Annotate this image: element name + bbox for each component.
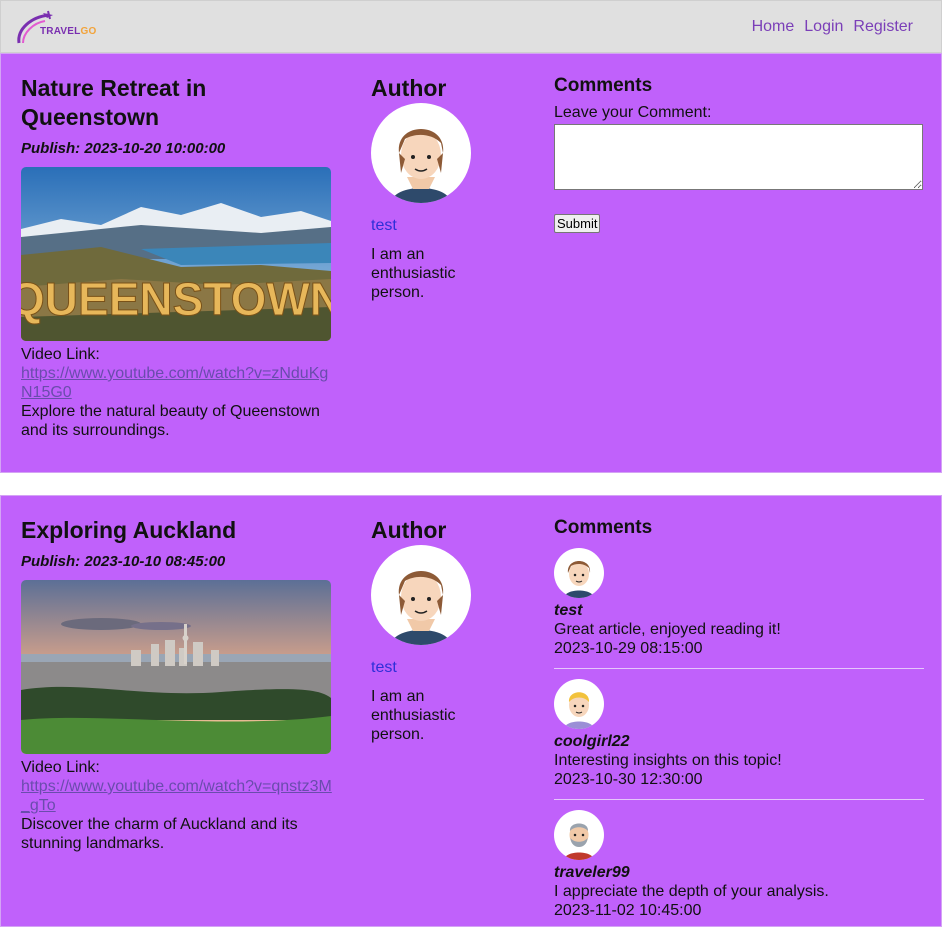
comments-section: Comments test Great article, enjoyed rea… — [554, 516, 924, 940]
commenter-avatar — [554, 548, 604, 598]
travelgo-logo[interactable]: TRAVELGO — [15, 9, 105, 47]
publish-date: Publish: 2023-10-20 10:00:00 — [21, 140, 226, 157]
publish-date: Publish: 2023-10-10 08:45:00 — [21, 553, 226, 570]
post-card-queenstown: Nature Retreat in Queenstown Publish: 20… — [0, 53, 942, 473]
post-title: Exploring Auckland — [21, 517, 237, 543]
video-link[interactable]: https://www.youtube.com/watch?v=qnstz3M_… — [21, 777, 333, 815]
image-caption: QUEENSTOWN — [21, 273, 331, 325]
author-avatar — [371, 103, 471, 203]
logo-text: TRAVELGO — [40, 26, 97, 37]
post-main: Nature Retreat in Queenstown Publish: 20… — [21, 74, 333, 440]
author-name-link[interactable]: test — [371, 659, 491, 677]
post-main: Exploring Auckland Publish: 2023-10-10 0… — [21, 516, 333, 853]
author-heading: Author — [371, 75, 447, 101]
video-label: Video Link: — [21, 346, 100, 363]
nav-home-link[interactable]: Home — [752, 18, 795, 36]
video-label: Video Link: — [21, 759, 100, 776]
comment-text: Interesting insights on this topic! — [554, 752, 782, 769]
author-section: Author test I am an enthusiastic person. — [371, 516, 491, 744]
post-description: Explore the natural beauty of Queenstown… — [21, 403, 320, 439]
commenter-avatar — [554, 810, 604, 860]
navbar: TRAVELGO Home Login Register — [0, 0, 942, 53]
video-link[interactable]: https://www.youtube.com/watch?v=zNduKgN1… — [21, 364, 333, 402]
comments-section: Comments Leave your Comment: Submit — [554, 74, 924, 233]
nav-register-link[interactable]: Register — [853, 18, 913, 36]
nav-login-link[interactable]: Login — [804, 18, 843, 36]
comment-text: I appreciate the depth of your analysis. — [554, 883, 829, 900]
comment-input[interactable] — [554, 124, 923, 190]
commenter-avatar — [554, 679, 604, 729]
author-bio: I am an enthusiastic person. — [371, 246, 456, 301]
comment-username: test — [554, 602, 583, 619]
author-section: Author test I am an enthusiastic person. — [371, 74, 491, 302]
comment-username: coolgirl22 — [554, 733, 630, 750]
post-card-auckland: Exploring Auckland Publish: 2023-10-10 0… — [0, 495, 942, 927]
comment-date: 2023-10-30 12:30:00 — [554, 771, 703, 788]
comment-date: 2023-11-02 10:45:00 — [554, 902, 702, 919]
post-image: QUEENSTOWN — [21, 167, 331, 341]
comment-item: test Great article, enjoyed reading it! … — [554, 548, 924, 669]
comment-item: coolgirl22 Interesting insights on this … — [554, 679, 924, 800]
post-title: Nature Retreat in Queenstown — [21, 75, 207, 130]
post-description: Discover the charm of Auckland and its s… — [21, 816, 298, 852]
author-avatar — [371, 545, 471, 645]
nav-links: Home Login Register — [752, 18, 913, 36]
comments-heading: Comments — [554, 75, 653, 96]
comments-heading: Comments — [554, 517, 653, 538]
post-image — [21, 580, 331, 754]
comment-date: 2023-10-29 08:15:00 — [554, 640, 703, 657]
comment-text: Great article, enjoyed reading it! — [554, 621, 781, 638]
comment-item: traveler99 I appreciate the depth of you… — [554, 810, 924, 930]
submit-button[interactable]: Submit — [554, 214, 601, 233]
author-heading: Author — [371, 517, 447, 543]
comment-label: Leave your Comment: — [554, 104, 712, 121]
author-bio: I am an enthusiastic person. — [371, 688, 456, 743]
comment-username: traveler99 — [554, 864, 630, 881]
author-name-link[interactable]: test — [371, 217, 491, 235]
